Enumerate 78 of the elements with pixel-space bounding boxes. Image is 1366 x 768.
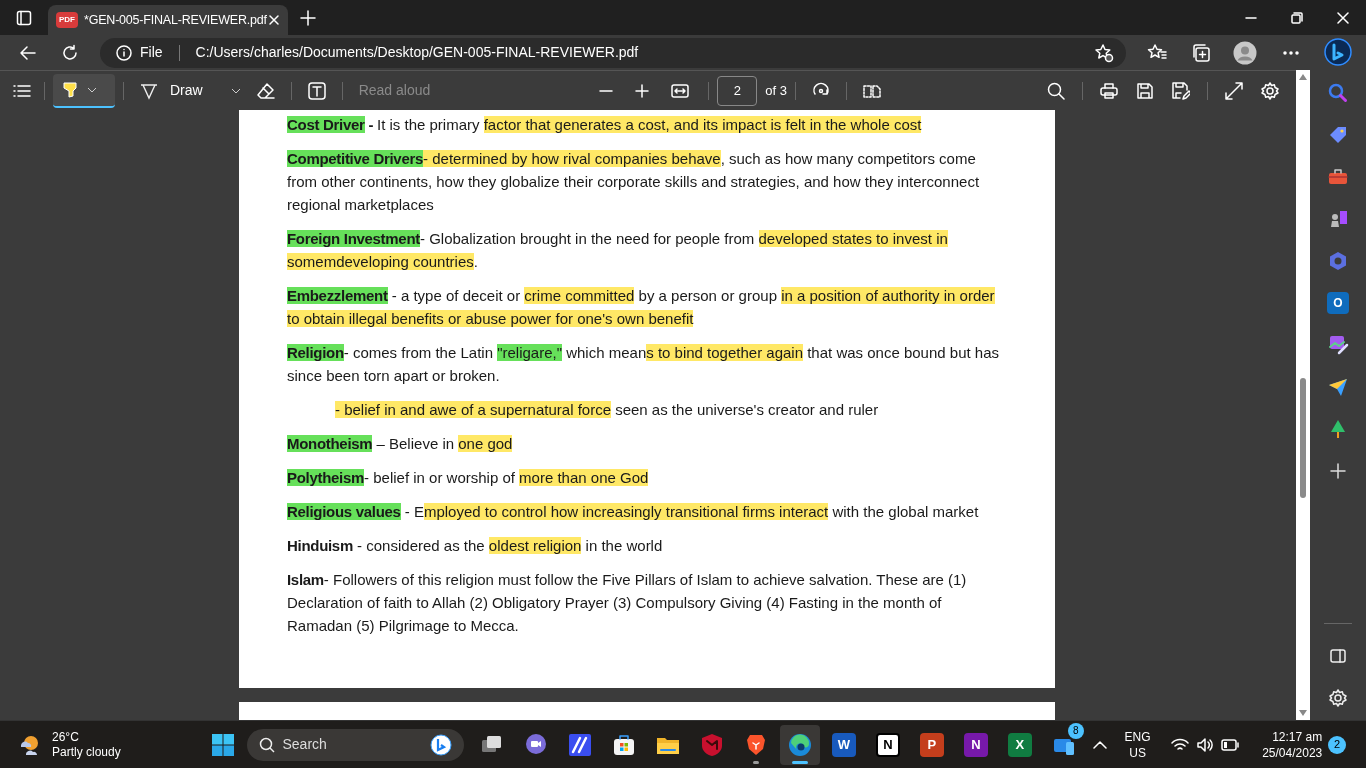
close-icon[interactable] [268,14,280,26]
profile-avatar-icon[interactable] [1233,40,1257,65]
pen-icon [140,81,158,100]
refresh-icon[interactable] [61,43,79,62]
chevron-up-icon[interactable] [1092,740,1107,749]
bing-logo-icon[interactable] [429,733,452,756]
more-icon[interactable] [1282,50,1300,55]
slash-tile-icon[interactable] [567,732,592,757]
eraser-icon[interactable] [256,81,275,100]
sidebar-layout-icon[interactable] [1330,648,1346,664]
star-add-icon[interactable] [1094,42,1114,63]
app-letter-icon[interactable]: X [1007,732,1032,757]
add-icon[interactable] [1327,460,1349,482]
browser-tab[interactable]: PDF *GEN-005-FINAL-REVIEWER.pdf [48,5,288,35]
page-total: of 3 [765,81,787,100]
app-letter-icon[interactable]: P [919,732,944,757]
start-icon[interactable] [211,733,234,756]
save-as-icon[interactable] [1172,81,1190,100]
paper-plane-icon[interactable] [1327,376,1349,398]
highlight-tool-button[interactable] [53,73,115,108]
battery-icon[interactable] [1221,738,1240,751]
store-icon[interactable] [611,732,636,757]
clock-time[interactable]: 12:17 am [1272,728,1323,745]
paragraph: Hinduism - considered as the oldest religion in the world [287,536,664,556]
address-bar[interactable]: File C:/Users/charles/Documents/Desktop/GEN-005-FINAL-REVIEWER.pdf [100,37,1126,68]
paragraph: Islam- Followers of this religion must follow the Five Pillars of Islam to achieve salvation. These are (1) Declaration of faith to Allah (2) Obligatory Prayer (3) Compulsory Giving (4) Fasting in the month of Ramadan (5) Pilgrimage to Mecca. [287,570,968,636]
new-tab-icon[interactable] [300,9,316,26]
draw-button[interactable]: Draw [132,73,249,108]
page-view-icon[interactable] [863,82,881,99]
temperature: 26°C [52,729,80,745]
language-indicator[interactable]: ENG [1124,728,1151,745]
collections-icon[interactable] [1191,42,1211,63]
shield-icon[interactable] [699,732,724,757]
scrollbar[interactable] [1296,70,1310,720]
volume-icon[interactable] [1196,736,1215,753]
settings-icon[interactable] [1329,689,1347,707]
paragraph: - belief in and awe of a supernatural force seen as the universe's creator and ruler [334,400,880,420]
hexagon-logo-icon[interactable] [1327,250,1349,272]
weather-condition: Partly cloudy [52,744,121,760]
scroll-down-icon[interactable] [1299,710,1307,716]
search-field[interactable]: Search [246,728,464,761]
search-icon [258,736,275,753]
back-icon[interactable] [19,43,37,62]
video-chat-icon[interactable] [523,732,548,757]
zoom-in-icon[interactable] [635,83,650,98]
text-box-icon[interactable] [307,81,326,100]
notification-count-badge[interactable]: 2 [1328,735,1346,754]
scroll-thumb[interactable] [1300,378,1306,498]
mail-app-icon[interactable]: O [1327,292,1349,314]
bing-chat-icon[interactable] [1323,37,1353,68]
caret-icon [230,87,241,94]
browser-swirl-icon[interactable] [787,732,812,757]
clock-date[interactable]: 25/04/2023 [1262,744,1323,761]
save-icon[interactable] [1137,82,1153,99]
info-icon [116,44,132,61]
fullscreen-icon[interactable] [1225,81,1243,100]
caret-icon [87,86,97,93]
pdf-file-icon: PDF [56,12,78,28]
contents-list-icon[interactable] [13,83,31,98]
scroll-up-icon[interactable] [1299,74,1307,80]
paragraph: Monotheism – Believe in one god [287,434,514,454]
paragraph: Foreign Investment- Globalization brought in the need for people from developed states to invest in somemdeveloping countries. [287,229,949,272]
wifi-icon[interactable] [1171,737,1190,752]
notification-badge: 8 [1067,722,1084,739]
region-indicator[interactable]: US [1129,744,1146,761]
close-icon[interactable] [1337,11,1349,24]
highlighter-icon [61,80,79,99]
paragraph: Religion- comes from the Latin "religare," which means to bind together again that was once bound but has since been torn apart or broken. [287,343,1000,386]
restore-icon[interactable] [1291,11,1303,24]
fit-width-icon[interactable] [671,83,690,98]
page-number-field[interactable]: 2 [717,75,758,106]
app-letter-icon[interactable]: W [831,732,856,757]
app-letter-icon[interactable]: N [963,732,988,757]
image-edit-icon[interactable] [1327,334,1349,356]
app-letter-icon[interactable]: N [875,732,900,757]
tab-actions-icon[interactable] [16,9,32,26]
print-icon[interactable] [1100,81,1118,100]
search-icon[interactable] [1047,81,1065,100]
